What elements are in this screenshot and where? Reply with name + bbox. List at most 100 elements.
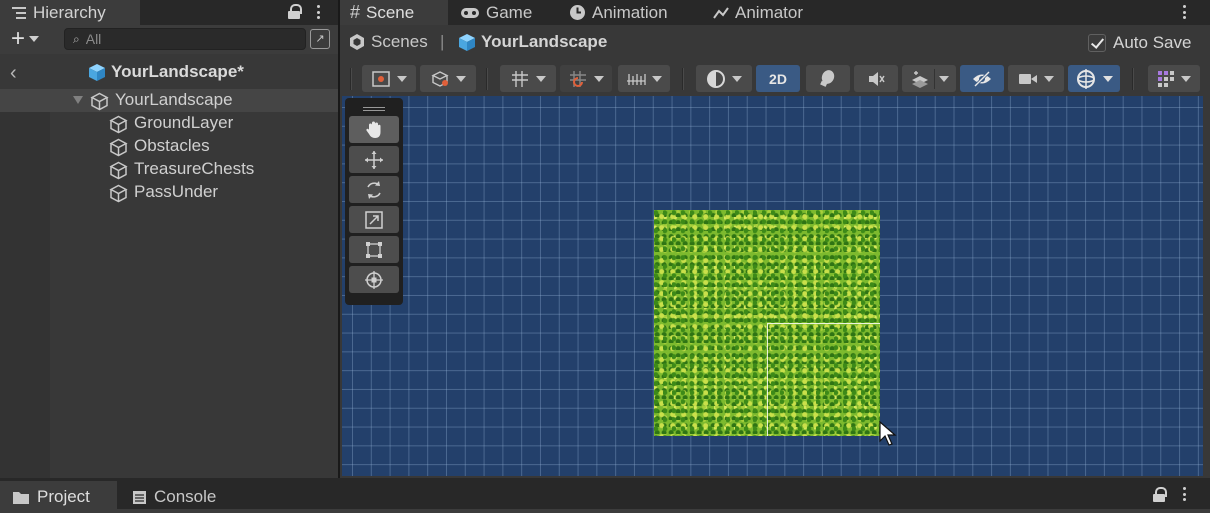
hand-tool-button[interactable] [349,116,399,143]
back-arrow-icon[interactable]: ‹ [10,62,17,85]
toggle-2d-label: 2D [769,70,787,87]
tree-item-obstacles[interactable]: Obstacles [0,135,338,158]
tab-animator[interactable]: Animator [713,0,803,25]
audio-toggle-button[interactable] [854,65,898,92]
tab-project-label: Project [37,487,90,506]
prefab-cube-icon [89,63,105,81]
expand-arrow-icon[interactable] [73,96,83,104]
ruler-snapping-button[interactable] [618,65,670,92]
hierarchy-tree: YourLandscape GroundLayer Obstacles Trea… [0,89,338,204]
auto-save-toggle[interactable]: Auto Save [1088,33,1191,53]
more-options-icon[interactable] [313,3,323,21]
toolbar-grip [350,68,352,90]
scene-viewport[interactable] [342,96,1203,476]
mouse-cursor-icon [879,421,897,446]
transform-icon [365,270,383,289]
scale-icon [365,210,383,229]
toolbar-separator [486,68,488,90]
bottom-panel: Project Console [0,478,1210,513]
gameobject-cube-icon [109,184,128,203]
scene-visibility-button[interactable] [960,65,1004,92]
prefab-cube-icon [459,33,475,51]
tab-animation[interactable]: Animation [569,0,668,25]
overlay-menu-button[interactable] [1148,65,1200,92]
auto-save-label: Auto Save [1113,33,1192,52]
rotate-tool-button[interactable] [349,176,399,203]
increment-snapping-button[interactable] [560,65,612,92]
prefab-scene-title: YourLandscape* [88,62,244,82]
tools-overlay-grip[interactable] [349,102,399,116]
tab-scene[interactable]: # Scene [340,0,448,25]
rect-tool-button[interactable] [349,236,399,263]
ruler-icon [627,73,646,85]
tree-item-groundlayer[interactable]: GroundLayer [0,112,338,135]
chevron-down-icon [1181,75,1191,82]
handle-global-icon [431,70,449,87]
lock-icon[interactable] [1152,487,1167,503]
breadcrumb-current-label: YourLandscape [481,32,608,51]
auto-save-checkbox[interactable] [1088,34,1106,52]
tree-item-label: GroundLayer [134,113,234,132]
animator-icon [713,6,729,19]
hierarchy-toolbar: + ⌕ ↗ [0,25,338,54]
rotate-icon [367,180,381,199]
tree-item-label: YourLandscape [115,90,233,109]
console-icon [133,490,146,504]
tree-item-treasurechests[interactable]: TreasureChests [0,158,338,181]
hash-icon: # [350,2,361,22]
scene-view-toolbar: 2D [340,62,1210,96]
search-icon: ⌕ [73,31,80,46]
prefab-scene-name: YourLandscape* [111,62,244,81]
scene-tab-bar: # Scene Game Animation Animator [340,0,1210,25]
tree-item-label: Obstacles [134,136,210,155]
more-options-icon[interactable] [1179,3,1189,21]
grid-snap-icon [512,70,528,87]
breadcrumb-scenes-label: Scenes [371,32,428,51]
camera-icon [1019,73,1037,84]
chevron-down-icon [652,75,662,82]
lighting-toggle-button[interactable] [806,65,850,92]
hierarchy-scene-header: ‹ YourLandscape* [0,60,338,85]
tool-handle-rotation-button[interactable] [420,65,476,92]
toolbar-separator [682,68,684,90]
tab-game[interactable]: Game [460,0,532,25]
gameobject-cube-icon [109,161,128,180]
hierarchy-search-box: ⌕ [64,28,306,50]
chevron-down-icon [938,75,949,82]
more-options-icon[interactable] [1179,485,1189,503]
add-object-button[interactable]: + [11,27,40,51]
breadcrumb: Scenes | YourLandscape Auto Save [340,27,1210,59]
folder-icon [13,491,29,504]
hierarchy-tab-bar: Hierarchy [0,0,338,25]
tab-game-label: Game [486,2,533,22]
tool-handle-position-button[interactable] [362,65,416,92]
tree-item-label: PassUnder [134,182,219,201]
breadcrumb-scenes[interactable]: Scenes [348,32,428,52]
hierarchy-search-input[interactable] [85,31,286,47]
gameobject-cube-icon [90,92,109,111]
gizmos-button[interactable] [1068,65,1120,92]
tree-item-passunder[interactable]: PassUnder [0,181,338,204]
tools-overlay [345,98,403,305]
ground-tilemap[interactable] [654,210,880,436]
chevron-down-icon [456,75,466,82]
chevron-down-icon [1103,75,1113,82]
clock-icon [570,5,585,20]
scene-camera-button[interactable] [1008,65,1064,92]
chevron-down-icon [397,75,407,82]
scale-tool-button[interactable] [349,206,399,233]
toggle-2d-button[interactable]: 2D [756,65,800,92]
tree-item-yourlandscape[interactable]: YourLandscape [0,89,338,112]
grid-snapping-button[interactable] [500,65,556,92]
lock-icon[interactable] [287,4,302,20]
shading-mode-button[interactable] [696,65,752,92]
breadcrumb-current-prefab[interactable]: YourLandscape [458,32,607,52]
search-options-icon[interactable]: ↗ [310,29,330,49]
transform-tool-button[interactable] [349,266,399,293]
handle-pivot-icon [372,70,390,87]
tab-hierarchy[interactable]: Hierarchy [0,0,140,25]
gamepad-icon [461,7,479,18]
move-tool-button[interactable] [349,146,399,173]
effects-toggle-button[interactable] [902,65,956,92]
effects-layers-icon [911,70,928,88]
